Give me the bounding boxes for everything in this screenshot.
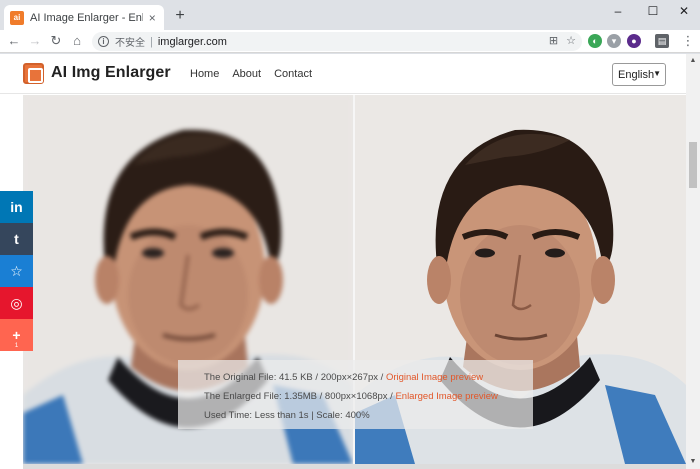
browser-toolbar: ← → ↻ ⌂ i 不安全 | imglarger.com ⊞ ☆ ◐ ▾ ● … [0, 30, 700, 53]
nav-about[interactable]: About [232, 68, 261, 80]
share-bar: in t ☆ ◎ + 1 [0, 191, 33, 351]
enlarged-file-info: The Enlarged File: 1.35MB / 800px×1068px… [204, 387, 533, 406]
forward-icon[interactable]: → [27, 33, 43, 49]
weibo-share-button[interactable]: ◎ [0, 287, 33, 319]
minimize-icon[interactable]: – [608, 4, 628, 18]
image-comparison: The Original File: 41.5 KB / 200px×267px… [23, 95, 686, 464]
file-info-panel: The Original File: 41.5 KB / 200px×267px… [178, 360, 533, 429]
language-select[interactable]: English ▼ [612, 63, 666, 86]
more-share-button[interactable]: + 1 [0, 319, 33, 351]
original-file-info: The Original File: 41.5 KB / 200px×267px… [204, 368, 533, 387]
home-icon[interactable]: ⌂ [69, 33, 85, 49]
share-count: 1 [14, 343, 19, 349]
omnibox-separator: | [150, 35, 153, 48]
brand-title[interactable]: AI Img Enlarger [51, 64, 171, 82]
tumblr-share-button[interactable]: t [0, 223, 33, 255]
maximize-icon[interactable]: ☐ [643, 4, 663, 18]
enlarged-file-text: The Enlarged File: 1.35MB / 800px×1068px… [204, 391, 396, 402]
site-header: AI Img Enlarger Home About Contact Engli… [0, 54, 686, 94]
nav-home[interactable]: Home [190, 68, 219, 80]
mic-extension-icon[interactable]: ▾ [607, 34, 621, 48]
main-nav: Home About Contact [190, 68, 312, 80]
translate-icon[interactable]: ⊞ [549, 34, 558, 47]
nav-contact[interactable]: Contact [274, 68, 312, 80]
extension-icon[interactable]: ◐ [588, 34, 602, 48]
url-text[interactable]: imglarger.com [158, 36, 227, 48]
linkedin-icon: in [10, 199, 23, 215]
scroll-up-icon[interactable]: ▲ [686, 54, 700, 68]
favorite-share-button[interactable]: ☆ [0, 255, 33, 287]
reload-icon[interactable]: ↻ [48, 33, 64, 49]
profile-icon[interactable]: ● [627, 34, 641, 48]
scroll-down-icon[interactable]: ▼ [686, 455, 700, 469]
close-window-icon[interactable]: ✕ [674, 4, 694, 18]
web-page: AI Img Enlarger Home About Contact Engli… [0, 54, 686, 469]
new-tab-button[interactable]: + [172, 8, 188, 24]
language-value: English [618, 68, 655, 81]
tab-title: AI Image Enlarger - Enlarge Im [30, 11, 143, 24]
chevron-down-icon: ▼ [653, 69, 661, 78]
more-menu-icon[interactable]: ⋮ [680, 33, 696, 49]
original-file-text: The Original File: 41.5 KB / 200px×267px… [204, 372, 386, 383]
info-icon[interactable]: i [98, 36, 109, 47]
logo-icon[interactable] [23, 63, 44, 84]
page-scrollbar[interactable]: ▲ ▼ [686, 54, 700, 469]
browser-tabstrip: ai AI Image Enlarger - Enlarge Im × + – … [0, 0, 700, 30]
next-section-edge [23, 464, 686, 469]
enlarged-preview-link[interactable]: Enlarged Image preview [395, 391, 497, 402]
scroll-thumb[interactable] [689, 142, 697, 188]
weibo-icon: ◎ [10, 294, 23, 311]
address-bar[interactable]: i 不安全 | imglarger.com ⊞ ☆ [92, 32, 582, 51]
back-icon[interactable]: ← [6, 33, 22, 49]
used-time-info: Used Time: Less than 1s | Scale: 400% [204, 410, 370, 421]
tumblr-icon: t [14, 231, 19, 247]
more-share-icon: + [12, 327, 21, 343]
browser-tab[interactable]: ai AI Image Enlarger - Enlarge Im × [4, 5, 164, 30]
tab-close-icon[interactable]: × [147, 11, 158, 25]
linkedin-share-button[interactable]: in [0, 191, 33, 223]
favorite-icon: ☆ [10, 262, 23, 279]
security-label: 不安全 [115, 38, 145, 49]
bookmark-star-icon[interactable]: ☆ [566, 34, 576, 47]
extensions-menu-icon[interactable]: ▤ [655, 34, 669, 48]
original-preview-link[interactable]: Original Image preview [386, 372, 483, 383]
site-favicon-icon: ai [10, 10, 24, 25]
